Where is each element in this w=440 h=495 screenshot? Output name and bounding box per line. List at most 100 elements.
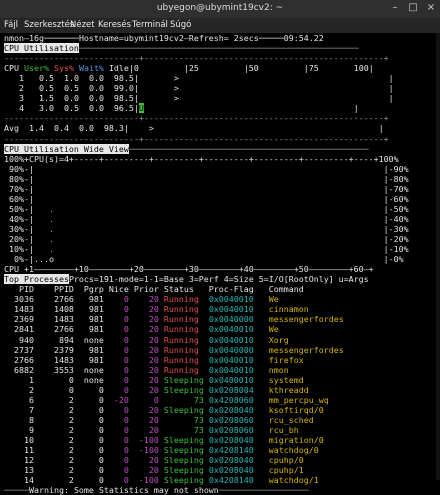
process-flag: 0x0208040 (203, 465, 264, 476)
process-flag: 0x0208004 (203, 384, 264, 395)
nmon-header: nmon—16g───────Hostname=ubymint19cv2—Ref… (4, 33, 324, 43)
process-status: 73 (163, 394, 204, 405)
wide-section-label: CPU Utilisation Wide View (4, 143, 129, 154)
avg-bar: > (128, 123, 154, 134)
wide-fill: ...o (33, 254, 54, 265)
wide-level-row: 50%-| . |-50% (4, 203, 409, 214)
process-flag: 0x0400010 (203, 374, 264, 385)
menu-bar: Fájl Szerkesztés Nézet Keresés Terminál … (0, 18, 440, 33)
top-section-label: Top Processes (4, 274, 69, 285)
process-row: 13 2 0 0 20 Sleeping 0x0208040 cpuhp/1 (4, 465, 304, 476)
process-row: 2766 1483 981 0 20 Running 0x0040010 fir… (4, 354, 304, 365)
process-command: messengerfordes (263, 344, 344, 355)
cpu-footer-line: ---------------------------+------------… (4, 133, 389, 144)
wide-level-row: 70%-| |-70% (4, 184, 409, 194)
proc-column-header: PID PPID Pgrp Nice Prior Status Proc-Fla… (4, 284, 304, 295)
cpu-row: 3 1.5 0.0 0.0 98.5| > | (4, 93, 394, 104)
wide-level-row: 40%-| . |-40% (4, 213, 409, 224)
wide-level: 40%-| (4, 213, 34, 224)
wide-level-right: |-20% (53, 234, 409, 244)
process-flag: 0x0040010 (203, 354, 264, 365)
process-flag: 0x4208060 (203, 394, 264, 405)
terminal-scrollbar[interactable] (436, 33, 440, 480)
wide-section-title: CPU Utilisation Wide View───────────────… (4, 143, 369, 154)
wide-level-row: 90%-| |-90% (4, 164, 409, 174)
process-status: Running (163, 364, 204, 375)
process-flag: 0x0040010 (203, 364, 264, 375)
process-row: 2737 2379 981 0 20 Running 0x0040000 mes… (4, 344, 344, 355)
process-row: 6 2 0 -20 0 73 0x4208060 mm_percpu_wq (4, 394, 329, 405)
wide-axis: CPU +1————————+10————————+20————————+30—… (4, 264, 374, 275)
wide-level: 80%-| (4, 173, 34, 184)
cpu-bar: > (138, 93, 179, 104)
process-command: We (263, 294, 279, 305)
warning-text: Warning: Some Statistics may not shown (28, 485, 219, 495)
process-status: Running (163, 304, 204, 315)
menu-terminal[interactable]: Terminál (132, 20, 168, 30)
user-col: User% (23, 63, 49, 74)
process-command: systemd (263, 374, 304, 385)
wide-level: 50%-| (4, 203, 34, 214)
wide-level-row: 60%-| |-60% (4, 194, 409, 204)
wide-level-row: 20%-| . |-20% (4, 234, 409, 244)
wide-axis-row: CPU +1————————+10————————+20————————+30—… (4, 264, 374, 274)
process-status: 73 (163, 424, 204, 435)
wide-level-row: 80%-| |-80% (4, 174, 409, 184)
process-row: 1 0 none 0 20 Sleeping 0x0400010 systemd (4, 374, 304, 385)
wide-level-right: |-90% (33, 163, 409, 174)
menu-view[interactable]: Nézet (70, 20, 95, 30)
cpu-row: 2 0.5 0.5 0.0 99.0| > | (4, 83, 394, 94)
process-status: Sleeping (163, 465, 204, 476)
process-status: Sleeping (163, 475, 204, 486)
process-command: firefox (263, 354, 304, 365)
wide-level: 10%-| (4, 244, 34, 255)
process-flag: 0x0040010 (203, 304, 264, 315)
process-command: cpuhp/1 (263, 465, 304, 476)
wide-level: 20%-| (4, 234, 34, 244)
window-titlebar: – □ × ubyegon@ubymint19cv2: ~ (0, 0, 440, 19)
wide-level-right: |-30% (53, 223, 409, 234)
cpu-avg-row: Avg 1.4 0.4 0.0 98.3| > | (4, 123, 384, 134)
process-row: 12 2 0 0 20 Sleeping 0x0208040 cpuhp/0 (4, 455, 304, 466)
cpu-section-label: CPU Utilisation (4, 43, 79, 54)
top-section-title: Top ProcessesProcs=191-mode=1-1=Base 3=P… (4, 274, 369, 285)
wide-level: 70%-| (4, 183, 34, 194)
wide-level: 60%-| (4, 193, 34, 204)
cpu-column-header: CPU User% Sys% Wait% Idle|0 |25 |50 |75 … (4, 63, 374, 74)
process-command: Xorg (263, 334, 289, 345)
process-row: 11 2 0 0 -100 Sleeping 0x4208140 watchdo… (4, 445, 319, 456)
wide-level-right: |-10% (53, 244, 409, 255)
wide-top: 100%+CPU(s)=4+-----+---------+---------+… (4, 153, 399, 164)
process-command: rcu_sched (263, 414, 314, 425)
process-row: 7 2 0 0 20 Sleeping 0x0208040 ksoftirqd/… (4, 404, 324, 415)
process-command: migration/0 (263, 435, 324, 445)
process-command: watchdog/1 (263, 475, 319, 486)
process-status: Running (163, 344, 204, 355)
process-row: 940 894 none 0 20 Running 0x0040010 Xorg (4, 334, 289, 345)
process-status: Sleeping (163, 435, 204, 445)
process-status: Sleeping (163, 384, 204, 395)
terminal-screen[interactable]: nmon—16g───────Hostname=ubymint19cv2—Ref… (0, 33, 440, 495)
wide-level: 90%-| (4, 163, 34, 174)
window-title: ubyegon@ubymint19cv2: ~ (156, 3, 284, 13)
menu-help[interactable]: Súgó (170, 20, 191, 30)
menu-search[interactable]: Keresés (98, 20, 131, 30)
cpu-scale: 0 |25 |50 |75 100| (133, 63, 374, 74)
process-command: ksoftirqd/0 (263, 404, 324, 415)
process-status: Sleeping (163, 374, 204, 385)
process-flag: 0x4208140 (203, 475, 264, 486)
menu-file[interactable]: Fájl (4, 20, 18, 30)
process-flag: 0x0208040 (203, 435, 264, 445)
wait-col: Wait% (78, 63, 104, 74)
menu-edit[interactable]: Szerkesztés (24, 20, 74, 30)
cpu-divider: ---------------------------+------------… (4, 113, 389, 124)
process-command: We (263, 324, 279, 335)
cpu-row: 1 0.5 1.0 0.0 98.5| > | (4, 73, 394, 84)
process-row: 2369 1483 981 0 20 Running 0x0040000 mes… (4, 314, 344, 325)
process-command: mm_percpu_wq (263, 394, 329, 405)
sys-col: Sys% (53, 63, 74, 74)
process-flag: 0x0040010 (203, 294, 264, 305)
process-command: messengerfordes (263, 314, 344, 325)
process-status: Running (163, 314, 204, 325)
warning-line: ─────Warning: Some Statistics may not sh… (4, 485, 309, 495)
